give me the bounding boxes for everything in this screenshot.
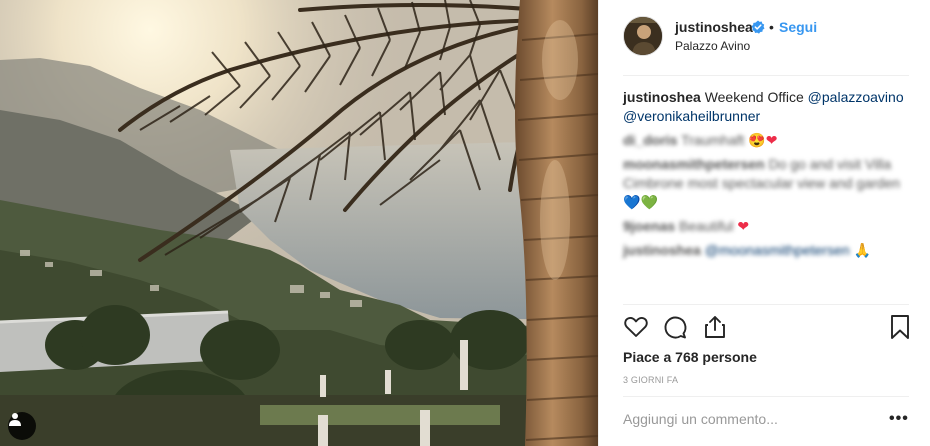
comment-text: Beautiful [679, 218, 734, 234]
verified-badge-icon [751, 20, 765, 34]
action-bar [623, 314, 913, 340]
post-location[interactable]: Palazzo Avino [675, 39, 750, 53]
person-icon [9, 413, 21, 426]
caption-text: Weekend Office [704, 89, 804, 105]
post-username[interactable]: justinoshea [675, 19, 753, 35]
comment-username[interactable]: moonasmithpetersen [623, 156, 765, 172]
list-item: justinoshea @moonasmithpetersen 🙏 [623, 241, 913, 260]
actions-divider [623, 304, 909, 305]
input-divider [623, 396, 909, 397]
avatar-image [624, 17, 662, 55]
comment-username[interactable]: justinoshea [623, 242, 701, 258]
user-tag-button[interactable] [8, 412, 36, 440]
more-options-icon[interactable]: ••• [889, 410, 909, 428]
caption: justinoshea Weekend Office @palazzoavino… [623, 88, 913, 126]
comment-username[interactable]: di_doris [623, 132, 677, 148]
post-timestamp[interactable]: 3 GIORNI FA [623, 375, 678, 385]
list-item: 9joenas Beautiful ❤ [623, 217, 913, 236]
caption-mention[interactable]: @veronikaheilbrunner [623, 108, 760, 124]
comment-emoji: 💚 [640, 194, 658, 210]
caption-mention[interactable]: @palazzoavino [808, 89, 904, 105]
comment-emoji: 🙏 [853, 242, 871, 258]
comment-username[interactable]: 9joenas [623, 218, 675, 234]
share-icon[interactable] [702, 314, 728, 340]
landscape-photo [0, 0, 598, 446]
list-item: di_doris Traumhaft 😍❤ [623, 131, 913, 150]
comment-emoji: 😍 [748, 132, 766, 148]
separator-dot: • [769, 19, 774, 35]
post-side-panel: justinoshea • Segui Palazzo Avino justin… [598, 0, 930, 446]
post-header: justinoshea • Segui Palazzo Avino [599, 0, 930, 75]
caption-username[interactable]: justinoshea [623, 89, 701, 105]
heart-icon[interactable] [623, 314, 649, 340]
comment-emoji: 💙 [623, 194, 641, 210]
likes-count[interactable]: Piace a 768 persone [623, 349, 757, 365]
comment-input[interactable] [623, 411, 873, 427]
comment-text[interactable]: @moonasmithpetersen [705, 242, 850, 258]
post-photo[interactable] [0, 0, 598, 446]
bookmark-icon[interactable] [887, 314, 913, 340]
comment-emoji: ❤ [737, 218, 750, 234]
comment-icon[interactable] [662, 314, 688, 340]
comment-emoji: ❤ [765, 132, 778, 148]
comments-list: justinoshea Weekend Office @palazzoavino… [623, 88, 913, 265]
list-item: moonasmithpetersen Do go and visit Villa… [623, 155, 913, 212]
follow-button[interactable]: Segui [779, 19, 817, 35]
avatar[interactable] [623, 16, 663, 56]
comment-text: Traumhaft [681, 132, 745, 148]
header-divider [623, 75, 909, 76]
